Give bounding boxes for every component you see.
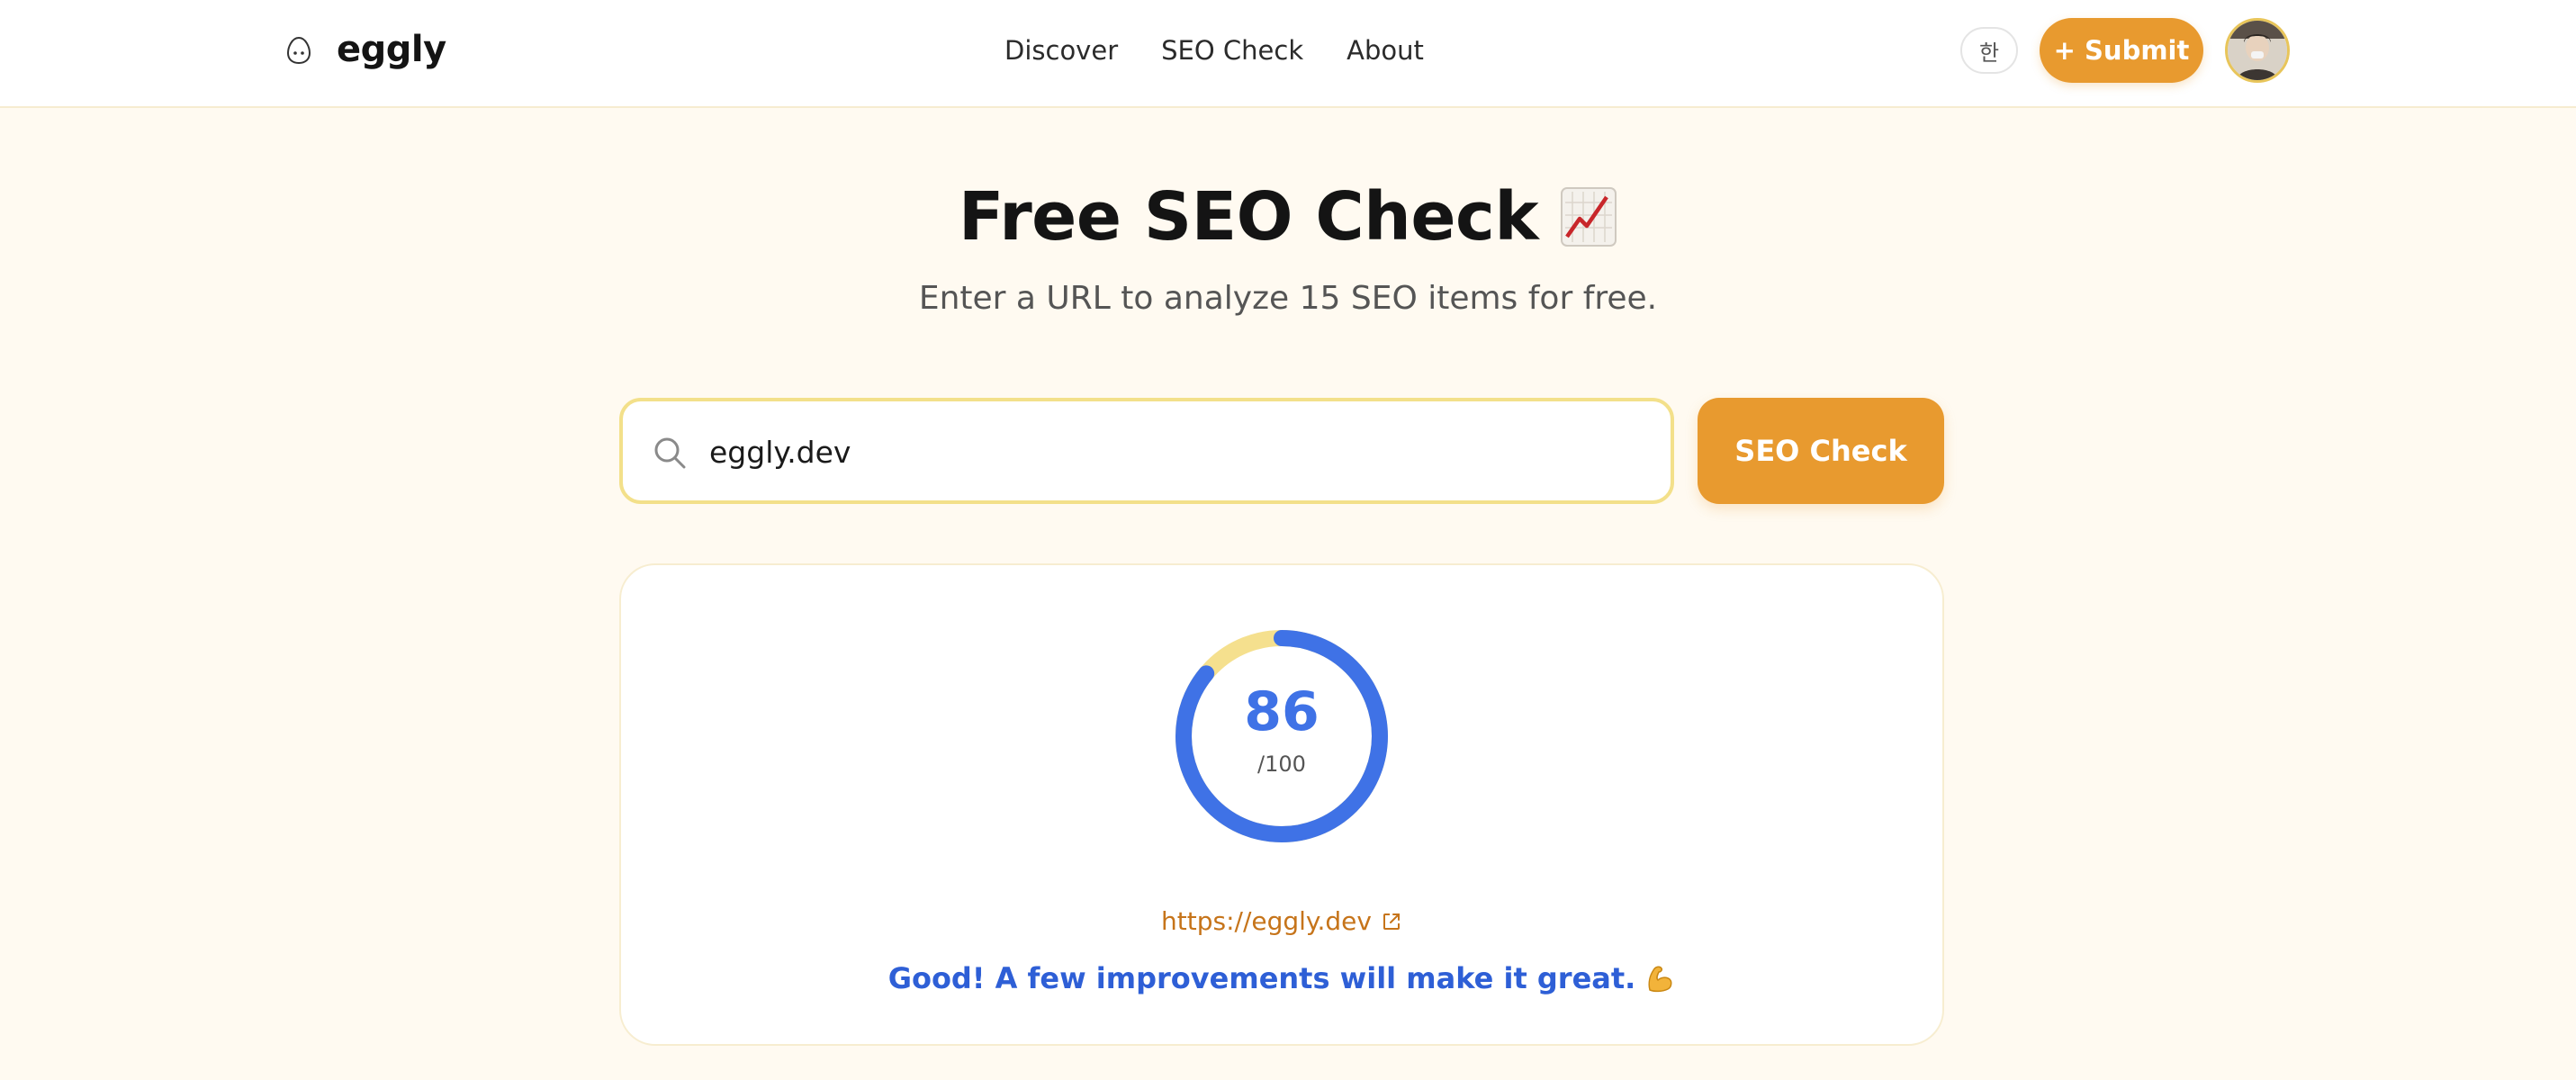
main-nav: Discover SEO Check About [1004, 31, 1424, 70]
chart-increasing-icon [1561, 187, 1617, 247]
user-avatar-icon [2228, 21, 2287, 80]
brand-logo-text[interactable]: eggly [337, 27, 446, 72]
analyzed-url-link[interactable]: https://eggly.dev [1161, 904, 1372, 940]
hero-subtitle: Enter a URL to analyze 15 SEO items for … [918, 280, 1658, 317]
external-link-icon[interactable] [1381, 911, 1402, 932]
egg-icon[interactable] [286, 36, 311, 65]
submit-button[interactable]: + Submit [2040, 18, 2203, 83]
language-toggle-button[interactable]: 한 [1960, 27, 2018, 74]
result-message-row: Good! A few improvements will make it gr… [621, 958, 1942, 999]
seo-score-value: 86 [1244, 680, 1320, 743]
hero-title-row: Free SEO Check [0, 176, 2576, 257]
flexed-biceps-icon [1648, 966, 1672, 993]
nav-seo-check[interactable]: SEO Check [1161, 31, 1303, 70]
result-message: Good! A few improvements will make it gr… [887, 961, 1636, 995]
seo-result-card: 86 /100 https://eggly.dev Good! A few im… [619, 563, 1944, 1046]
search-icon [654, 437, 686, 469]
nav-about[interactable]: About [1347, 31, 1424, 70]
seo-score-max: /100 [1257, 752, 1306, 777]
url-search-field[interactable]: eggly.dev [619, 398, 1674, 504]
seo-check-button[interactable]: SEO Check [1698, 398, 1944, 504]
nav-discover[interactable]: Discover [1004, 31, 1118, 70]
page-title: Free SEO Check [958, 178, 1539, 256]
user-avatar[interactable] [2225, 18, 2290, 83]
top-navbar: eggly Discover SEO Check About 한 + Submi… [0, 0, 2576, 108]
analyzed-url-row: https://eggly.dev [621, 904, 1942, 940]
url-input-value[interactable]: eggly.dev [709, 428, 851, 477]
